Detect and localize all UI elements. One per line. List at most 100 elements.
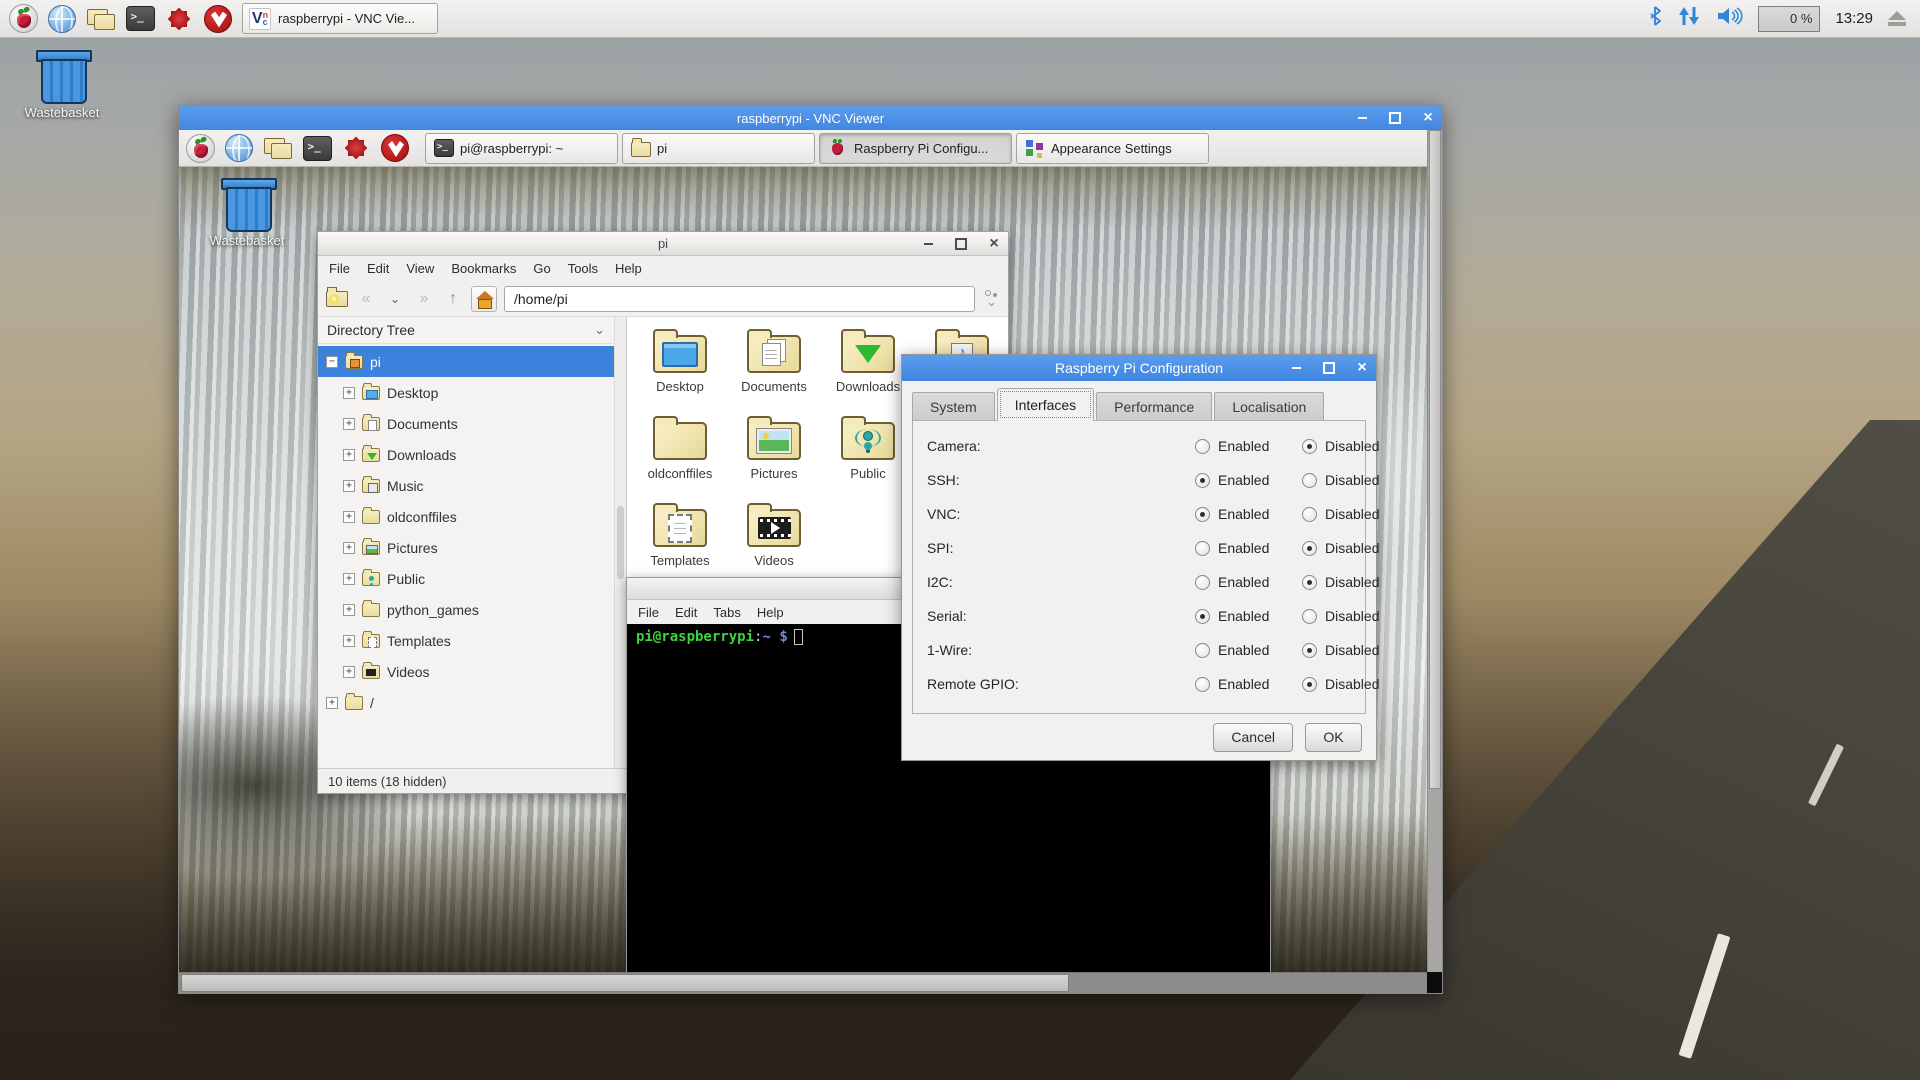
- close-icon[interactable]: [1356, 362, 1368, 374]
- file-icon[interactable]: Pictures: [727, 416, 821, 503]
- enabled-radio-option[interactable]: Enabled: [1195, 574, 1290, 590]
- tree-expander[interactable]: +: [343, 387, 355, 399]
- tree-expander[interactable]: +: [343, 666, 355, 678]
- maximize-icon[interactable]: [955, 238, 967, 250]
- cpu-monitor[interactable]: 0 %: [1758, 6, 1820, 32]
- disabled-radio-option[interactable]: Disabled: [1302, 506, 1379, 522]
- tree-item[interactable]: + /: [318, 687, 614, 718]
- menu-item[interactable]: Edit: [367, 261, 389, 276]
- radio-icon[interactable]: [1302, 609, 1317, 624]
- radio-icon[interactable]: [1195, 677, 1210, 692]
- web-browser-icon[interactable]: [47, 4, 77, 34]
- radio-icon[interactable]: [1195, 507, 1210, 522]
- enabled-radio-option[interactable]: Enabled: [1195, 608, 1290, 624]
- tree-item[interactable]: + oldconffiles: [318, 501, 614, 532]
- radio-icon[interactable]: [1302, 575, 1317, 590]
- tree-item[interactable]: + Videos: [318, 656, 614, 687]
- tree-expander[interactable]: +: [343, 604, 355, 616]
- menu-item[interactable]: Tools: [568, 261, 598, 276]
- tree-expander[interactable]: +: [326, 697, 338, 709]
- radio-icon[interactable]: [1302, 677, 1317, 692]
- volume-icon[interactable]: [1716, 6, 1743, 31]
- path-input[interactable]: [504, 286, 975, 312]
- tab[interactable]: Interfaces: [997, 388, 1094, 421]
- jump-to-icon[interactable]: [982, 287, 1000, 311]
- network-arrows-icon[interactable]: [1677, 6, 1701, 31]
- cancel-button[interactable]: Cancel: [1213, 723, 1293, 752]
- tree-item[interactable]: + Documents: [318, 408, 614, 439]
- taskbar-window-button[interactable]: Raspberry Pi Configu...: [819, 133, 1012, 164]
- tree-item[interactable]: + Downloads: [318, 439, 614, 470]
- new-tab-icon[interactable]: [326, 287, 348, 311]
- home-icon[interactable]: [471, 286, 497, 312]
- radio-icon[interactable]: [1195, 575, 1210, 590]
- tree-item[interactable]: − pi: [318, 346, 614, 377]
- history-dropdown-icon[interactable]: ⌄: [384, 287, 406, 311]
- disabled-radio-option[interactable]: Disabled: [1302, 472, 1379, 488]
- enabled-radio-option[interactable]: Enabled: [1195, 506, 1290, 522]
- menu-item[interactable]: Help: [757, 605, 784, 620]
- enabled-radio-option[interactable]: Enabled: [1195, 642, 1290, 658]
- taskbar-window-button[interactable]: Appearance Settings: [1016, 133, 1209, 164]
- enabled-radio-option[interactable]: Enabled: [1195, 540, 1290, 556]
- mathematica-icon[interactable]: [164, 4, 194, 34]
- raspberry-menu-icon[interactable]: [8, 4, 38, 34]
- tab[interactable]: Localisation: [1214, 392, 1324, 420]
- tree-expander[interactable]: −: [326, 356, 338, 368]
- maximize-icon[interactable]: [1389, 112, 1401, 124]
- tree-expander[interactable]: +: [343, 480, 355, 492]
- tree-item[interactable]: + Public: [318, 563, 614, 594]
- vnc-vertical-scrollbar[interactable]: [1427, 130, 1442, 972]
- tree-expander[interactable]: +: [343, 418, 355, 430]
- tree-item[interactable]: + Pictures: [318, 532, 614, 563]
- menu-item[interactable]: File: [329, 261, 350, 276]
- radio-icon[interactable]: [1302, 507, 1317, 522]
- disabled-radio-option[interactable]: Disabled: [1302, 540, 1379, 556]
- tab[interactable]: System: [912, 392, 995, 420]
- menu-item[interactable]: Bookmarks: [451, 261, 516, 276]
- tree-item[interactable]: + Music: [318, 470, 614, 501]
- radio-icon[interactable]: [1195, 541, 1210, 556]
- tree-expander[interactable]: +: [343, 449, 355, 461]
- enabled-radio-option[interactable]: Enabled: [1195, 472, 1290, 488]
- close-icon[interactable]: [1422, 112, 1434, 124]
- tree-item[interactable]: + python_games: [318, 594, 614, 625]
- maximize-icon[interactable]: [1323, 362, 1335, 374]
- taskbar-window-button[interactable]: pi: [622, 133, 815, 164]
- enabled-radio-option[interactable]: Enabled: [1195, 438, 1290, 454]
- up-icon[interactable]: ↑: [442, 287, 464, 311]
- remote-wastebasket-icon[interactable]: Wastebasket: [199, 178, 295, 248]
- close-icon[interactable]: [988, 238, 1000, 250]
- radio-icon[interactable]: [1302, 541, 1317, 556]
- terminal-icon[interactable]: [125, 4, 155, 34]
- vnc-titlebar[interactable]: raspberrypi - VNC Viewer: [179, 106, 1442, 130]
- tree-expander[interactable]: +: [343, 542, 355, 554]
- tree-expander[interactable]: +: [343, 635, 355, 647]
- disabled-radio-option[interactable]: Disabled: [1302, 438, 1379, 454]
- disabled-radio-option[interactable]: Disabled: [1302, 574, 1379, 590]
- disabled-radio-option[interactable]: Disabled: [1302, 676, 1379, 692]
- forward-icon[interactable]: »: [413, 287, 435, 311]
- vnc-horizontal-scrollbar[interactable]: [179, 972, 1427, 993]
- minimize-icon[interactable]: [1290, 362, 1302, 374]
- tree-item[interactable]: + Desktop: [318, 377, 614, 408]
- fm-titlebar[interactable]: pi: [318, 232, 1008, 256]
- radio-icon[interactable]: [1195, 643, 1210, 658]
- tree-item[interactable]: + Templates: [318, 625, 614, 656]
- terminal-icon[interactable]: [302, 133, 332, 163]
- mathematica-icon[interactable]: [341, 133, 371, 163]
- dialog-titlebar[interactable]: Raspberry Pi Configuration: [902, 355, 1376, 381]
- file-icon[interactable]: oldconffiles: [633, 416, 727, 503]
- tree-expander[interactable]: +: [343, 573, 355, 585]
- ok-button[interactable]: OK: [1305, 723, 1362, 752]
- menu-item[interactable]: Help: [615, 261, 642, 276]
- file-manager-icon[interactable]: [263, 133, 293, 163]
- bluetooth-icon[interactable]: [1648, 6, 1662, 31]
- menu-item[interactable]: File: [638, 605, 659, 620]
- disabled-radio-option[interactable]: Disabled: [1302, 608, 1379, 624]
- radio-icon[interactable]: [1302, 439, 1317, 454]
- raspberry-menu-icon[interactable]: [185, 133, 215, 163]
- menu-item[interactable]: View: [406, 261, 434, 276]
- file-icon[interactable]: Documents: [727, 329, 821, 416]
- radio-icon[interactable]: [1195, 473, 1210, 488]
